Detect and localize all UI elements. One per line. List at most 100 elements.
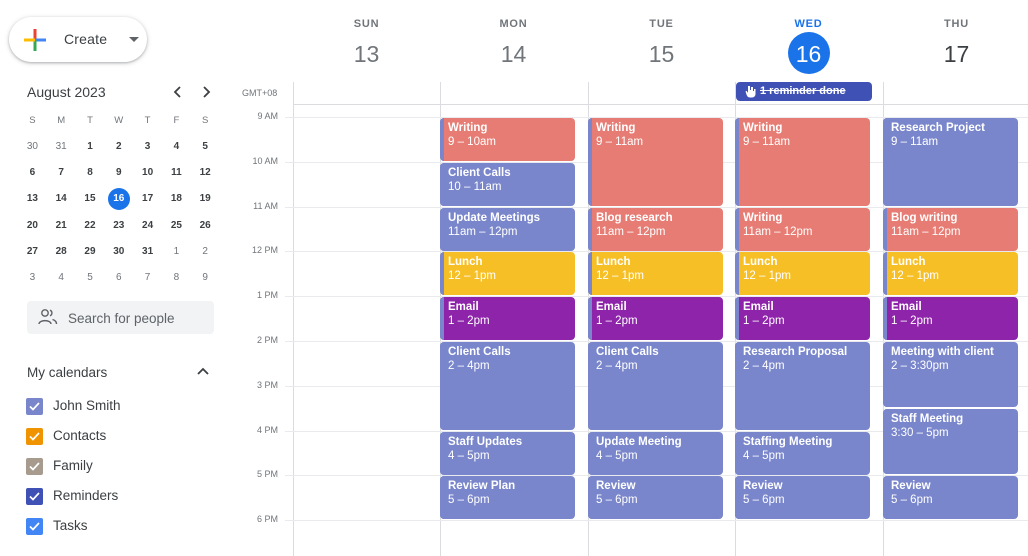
hand-icon [745, 86, 756, 98]
mini-calendar-day[interactable]: 2 [191, 239, 220, 265]
event-title: Writing [448, 122, 488, 134]
day-number-button[interactable]: 17 [936, 32, 978, 74]
event-email[interactable]: Email 1 – 2pm [440, 297, 575, 340]
mini-calendar-day[interactable]: 23 [104, 213, 133, 239]
chevron-right-icon[interactable] [196, 82, 216, 102]
event-blog-writing[interactable]: Blog writing 11am – 12pm [883, 208, 1018, 251]
event-update-meetings[interactable]: Update Meetings 11am – 12pm [440, 208, 575, 251]
mini-calendar-day[interactable]: 27 [18, 239, 47, 265]
event-lunch[interactable]: Lunch 12 – 1pm [588, 252, 723, 295]
mini-calendar-day[interactable]: 13 [18, 186, 47, 212]
mini-calendar-day[interactable]: 6 [18, 160, 47, 186]
mini-calendar-day[interactable]: 31 [133, 239, 162, 265]
event-client-calls[interactable]: Client Calls 10 – 11am [440, 163, 575, 206]
day-number-button[interactable]: 16 [787, 32, 830, 74]
mini-calendar-day[interactable]: 17 [133, 186, 162, 212]
event-lunch[interactable]: Lunch 12 – 1pm [883, 252, 1018, 295]
mini-calendar-day[interactable]: 3 [133, 134, 162, 160]
event-staffing-meeting[interactable]: Staffing Meeting 4 – 5pm [735, 432, 870, 475]
event-review[interactable]: Review 5 – 6pm [883, 476, 1018, 519]
calendar-item-reminders[interactable]: Reminders [26, 485, 216, 509]
event-writing[interactable]: Writing 9 – 10am [440, 118, 575, 161]
event-review[interactable]: Review 5 – 6pm [735, 476, 870, 519]
event-calendar-accent [735, 432, 739, 475]
checkbox[interactable] [26, 398, 43, 415]
mini-calendar-day[interactable]: 8 [162, 265, 191, 291]
mini-calendar-day[interactable]: 4 [162, 134, 191, 160]
checkbox[interactable] [26, 428, 43, 445]
event-writing[interactable]: Writing 9 – 11am [735, 118, 870, 206]
mini-calendar-day[interactable]: 31 [47, 134, 76, 160]
mini-calendar-day[interactable]: 6 [104, 265, 133, 291]
event-review[interactable]: Review 5 – 6pm [588, 476, 723, 519]
mini-calendar-day[interactable]: 28 [47, 239, 76, 265]
mini-calendar-day[interactable]: 15 [76, 186, 105, 212]
mini-calendar-day[interactable]: 21 [47, 213, 76, 239]
mini-calendar-week: 30 31 1 2 3 4 5 [18, 134, 223, 160]
event-client-calls[interactable]: Client Calls 2 – 4pm [440, 342, 575, 430]
mini-calendar-day[interactable]: 26 [191, 213, 220, 239]
event-title: Client Calls [448, 346, 511, 358]
mini-calendar-day[interactable]: 4 [47, 265, 76, 291]
day-number-button[interactable]: 15 [641, 32, 683, 74]
mini-calendar-day[interactable]: 7 [47, 160, 76, 186]
chevron-down-icon [129, 37, 139, 42]
mini-calendar-day[interactable]: 3 [18, 265, 47, 291]
calendar-item-contacts[interactable]: Contacts [26, 425, 216, 449]
mini-calendar-today[interactable]: 16 [104, 186, 133, 212]
event-writing[interactable]: Writing 9 – 11am [588, 118, 723, 206]
event-research-project[interactable]: Research Project 9 – 11am [883, 118, 1018, 206]
mini-calendar-day[interactable]: 1 [76, 134, 105, 160]
mini-calendar-day[interactable]: 9 [191, 265, 220, 291]
mini-calendar-day[interactable]: 5 [76, 265, 105, 291]
mini-calendar-day[interactable]: 7 [133, 265, 162, 291]
mini-calendar-day[interactable]: 18 [162, 186, 191, 212]
calendar-item-tasks[interactable]: Tasks [26, 515, 216, 539]
event-email[interactable]: Email 1 – 2pm [883, 297, 1018, 340]
event-email[interactable]: Email 1 – 2pm [735, 297, 870, 340]
event-writing[interactable]: Writing 11am – 12pm [735, 208, 870, 251]
mini-calendar-day[interactable]: 11 [162, 160, 191, 186]
mini-calendar-day[interactable]: 30 [104, 239, 133, 265]
search-people-input[interactable]: Search for people [27, 301, 214, 334]
mini-calendar-day[interactable]: 9 [104, 160, 133, 186]
calendar-item-john-smith[interactable]: John Smith [26, 395, 216, 419]
mini-calendar-day[interactable]: 5 [191, 134, 220, 160]
mini-calendar-day[interactable]: 24 [133, 213, 162, 239]
create-button[interactable]: Create [9, 17, 147, 62]
event-title: Lunch [891, 256, 926, 268]
mini-calendar-day[interactable]: 1 [162, 239, 191, 265]
calendar-item-family[interactable]: Family [26, 455, 216, 479]
event-email[interactable]: Email 1 – 2pm [588, 297, 723, 340]
mini-calendar-day[interactable]: 10 [133, 160, 162, 186]
chevron-left-icon[interactable] [168, 82, 188, 102]
reminder-chip[interactable]: 1 reminder done [736, 82, 872, 101]
mini-calendar-day[interactable]: 12 [191, 160, 220, 186]
day-number: 8 [87, 167, 93, 179]
mini-calendar-day[interactable]: 22 [76, 213, 105, 239]
mini-calendar-day[interactable]: 14 [47, 186, 76, 212]
checkbox[interactable] [26, 488, 43, 505]
mini-calendar-day[interactable]: 19 [191, 186, 220, 212]
checkbox[interactable] [26, 518, 43, 535]
event-lunch[interactable]: Lunch 12 – 1pm [735, 252, 870, 295]
chevron-up-icon[interactable] [194, 362, 212, 380]
mini-calendar-day[interactable]: 20 [18, 213, 47, 239]
mini-calendar-day[interactable]: 29 [76, 239, 105, 265]
event-lunch[interactable]: Lunch 12 – 1pm [440, 252, 575, 295]
event-review-plan[interactable]: Review Plan 5 – 6pm [440, 476, 575, 519]
event-staff-meeting[interactable]: Staff Meeting 3:30 – 5pm [883, 409, 1018, 474]
event-staff-updates[interactable]: Staff Updates 4 – 5pm [440, 432, 575, 475]
event-blog-research[interactable]: Blog research 11am – 12pm [588, 208, 723, 251]
mini-calendar-day[interactable]: 2 [104, 134, 133, 160]
day-number-button[interactable]: 13 [346, 32, 388, 74]
mini-calendar-day[interactable]: 25 [162, 213, 191, 239]
event-client-calls[interactable]: Client Calls 2 – 4pm [588, 342, 723, 430]
event-research-proposal[interactable]: Research Proposal 2 – 4pm [735, 342, 870, 430]
checkbox[interactable] [26, 458, 43, 475]
mini-calendar-day[interactable]: 8 [76, 160, 105, 186]
day-number-button[interactable]: 14 [493, 32, 535, 74]
event-meeting-with-client[interactable]: Meeting with client 2 – 3:30pm [883, 342, 1018, 407]
mini-calendar-day[interactable]: 30 [18, 134, 47, 160]
event-update-meeting[interactable]: Update Meeting 4 – 5pm [588, 432, 723, 475]
